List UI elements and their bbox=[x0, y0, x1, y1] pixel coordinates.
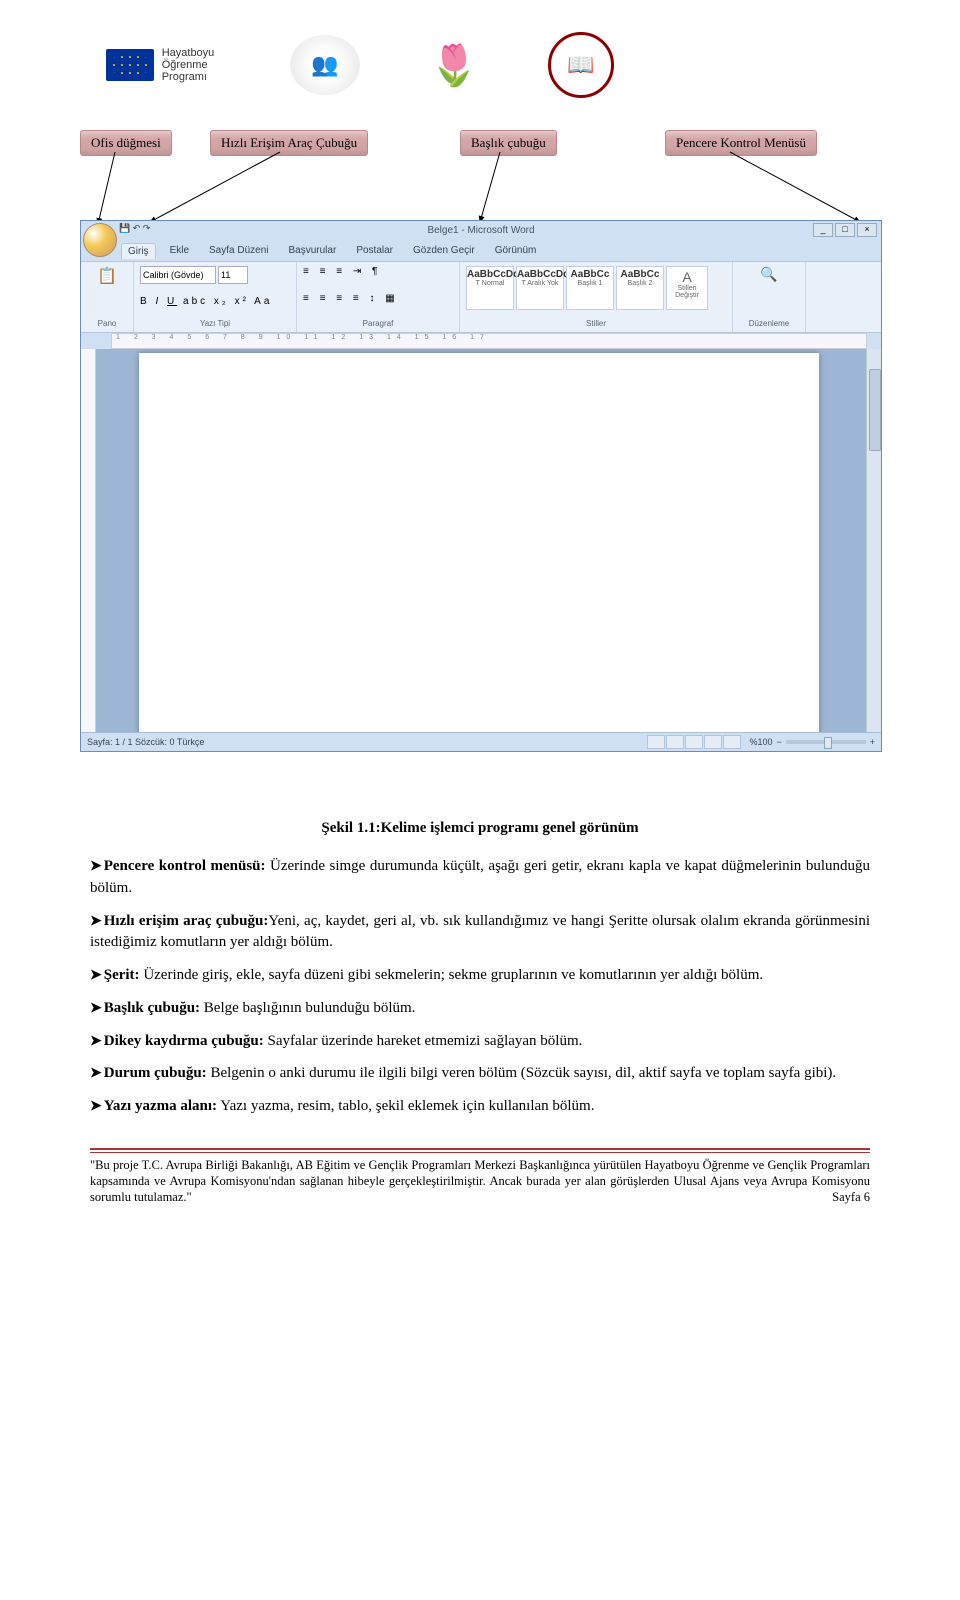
group-duzenleme: 🔍 Düzenleme bbox=[733, 262, 806, 332]
tab-posta[interactable]: Postalar bbox=[350, 243, 399, 259]
find-icon[interactable]: 🔍 bbox=[739, 266, 799, 283]
item-yazi: ➤Yazı yazma alanı: Yazı yazma, resim, ta… bbox=[90, 1095, 870, 1118]
close-icon[interactable]: × bbox=[857, 223, 877, 237]
tag-pencere: Pencere Kontrol Menüsü bbox=[665, 130, 817, 156]
vertical-ruler bbox=[81, 349, 96, 733]
item-serit: ➤Şerit: Üzerinde giriş, ekle, sayfa düze… bbox=[90, 964, 870, 987]
office-button-icon[interactable] bbox=[83, 223, 117, 257]
footer: "Bu proje T.C. Avrupa Birliği Bakanlığı,… bbox=[90, 1157, 870, 1206]
group-stiller: AaBbCcDdT Normal AaBbCcDdT Aralık Yok Aa… bbox=[460, 262, 733, 332]
tag-ofis: Ofis düğmesi bbox=[80, 130, 172, 156]
tab-ekle[interactable]: Ekle bbox=[164, 243, 195, 259]
ribbon: 📋 Pano B I U abc x₂ x² Aa Yazı Tipi ≡ ≡ … bbox=[81, 261, 881, 333]
tab-gorunum[interactable]: Görünüm bbox=[489, 243, 543, 259]
style-aralik[interactable]: AaBbCcDdT Aralık Yok bbox=[516, 266, 564, 310]
tab-basvuru[interactable]: Başvurular bbox=[283, 243, 343, 259]
font-format-buttons[interactable]: B I U abc x₂ x² Aa bbox=[140, 296, 290, 307]
zoom-control[interactable]: %100 −+ bbox=[749, 737, 875, 747]
style-baslik1[interactable]: AaBbCcBaşlık 1 bbox=[566, 266, 614, 310]
group-yazi: B I U abc x₂ x² Aa Yazı Tipi bbox=[134, 262, 297, 332]
view-buttons[interactable] bbox=[647, 735, 741, 749]
figure-caption: Şekil 1.1:Kelime işlemci programı genel … bbox=[90, 820, 870, 837]
style-baslik2[interactable]: AaBbCcBaşlık 2 bbox=[616, 266, 664, 310]
tag-baslik: Başlık çubuğu bbox=[460, 130, 557, 156]
item-hizli: ➤Hızlı erişim araç çubuğu:Yeni, aç, kayd… bbox=[90, 910, 870, 955]
eu-text-2: Öğrenme bbox=[162, 59, 215, 71]
tab-giris[interactable]: Giriş bbox=[121, 243, 156, 259]
minimize-icon[interactable]: _ bbox=[813, 223, 833, 237]
eu-text-3: Programı bbox=[162, 71, 215, 83]
footer-text: "Bu proje T.C. Avrupa Birliği Bakanlığı,… bbox=[90, 1158, 870, 1205]
group-stiller-label: Stiller bbox=[466, 319, 726, 328]
group-pano-label: Pano bbox=[87, 319, 127, 328]
tulip-logo-icon: 🌷 bbox=[430, 35, 478, 95]
group-pano: 📋 Pano bbox=[81, 262, 134, 332]
page-number: Sayfa 6 bbox=[832, 1189, 870, 1205]
window-controls[interactable]: _□× bbox=[813, 223, 877, 237]
group-duzen-label: Düzenleme bbox=[739, 319, 799, 328]
maximize-icon[interactable]: □ bbox=[835, 223, 855, 237]
group-paragraf: ≡ ≡ ≡ ⇥ ¶ ≡ ≡ ≡ ≡ ↕ ▦ Paragraf bbox=[297, 262, 460, 332]
footer-rule-top bbox=[90, 1148, 870, 1150]
item-pencere: ➤Pencere kontrol menüsü: Üzerinde simge … bbox=[90, 855, 870, 900]
tag-hizli: Hızlı Erişim Araç Çubuğu bbox=[210, 130, 368, 156]
item-durum: ➤Durum çubuğu: Belgenin o anki durumu il… bbox=[90, 1062, 870, 1085]
quick-access-toolbar[interactable]: 💾 ↶ ↷ bbox=[119, 223, 150, 234]
status-bar: Sayfa: 1 / 1 Sözcük: 0 Türkçe %100 −+ bbox=[81, 732, 881, 751]
document-area bbox=[81, 349, 867, 733]
zoom-label: %100 bbox=[749, 737, 772, 747]
list-buttons[interactable]: ≡ ≡ ≡ ⇥ ¶ bbox=[303, 266, 453, 277]
paste-icon[interactable]: 📋 bbox=[87, 266, 127, 286]
tab-sayfa[interactable]: Sayfa Düzeni bbox=[203, 243, 274, 259]
eu-text-1: Hayatboyu bbox=[162, 47, 215, 59]
group-paragraf-label: Paragraf bbox=[303, 319, 453, 328]
font-size-input[interactable] bbox=[218, 266, 248, 284]
eu-flag-icon bbox=[106, 49, 154, 81]
group-yazi-label: Yazı Tipi bbox=[140, 319, 290, 328]
tab-gozden[interactable]: Gözden Geçir bbox=[407, 243, 481, 259]
word-window: 💾 ↶ ↷ Belge1 - Microsoft Word _□× Giriş … bbox=[80, 220, 882, 752]
item-baslik: ➤Başlık çubuğu: Belge başlığının bulundu… bbox=[90, 997, 870, 1020]
vertical-scrollbar[interactable] bbox=[866, 349, 881, 733]
change-styles-button[interactable]: AStilleri Değiştir bbox=[666, 266, 708, 310]
page-canvas[interactable] bbox=[139, 353, 819, 733]
title-bar: Belge1 - Microsoft Word bbox=[81, 221, 881, 236]
font-name-input[interactable] bbox=[140, 266, 216, 284]
ribbon-tabs[interactable]: Giriş Ekle Sayfa Düzeni Başvurular Posta… bbox=[121, 243, 542, 259]
status-left: Sayfa: 1 / 1 Sözcük: 0 Türkçe bbox=[87, 737, 204, 747]
horizontal-ruler: 1 2 3 4 5 6 7 8 9 10 11 12 13 14 15 16 1… bbox=[111, 333, 867, 349]
eu-logo: Hayatboyu Öğrenme Programı bbox=[100, 30, 220, 100]
style-normal[interactable]: AaBbCcDdT Normal bbox=[466, 266, 514, 310]
align-buttons[interactable]: ≡ ≡ ≡ ≡ ↕ ▦ bbox=[303, 293, 453, 304]
word-diagram: Ofis düğmesi Hızlı Erişim Araç Çubuğu Ba… bbox=[80, 130, 880, 800]
item-dikey: ➤Dikey kaydırma çubuğu: Sayfalar üzerind… bbox=[90, 1030, 870, 1053]
footer-rule-bottom bbox=[90, 1152, 870, 1153]
header-logos: Hayatboyu Öğrenme Programı 👥 🌷 📖 bbox=[90, 30, 870, 100]
meb-logo-icon: 📖 bbox=[548, 32, 614, 98]
people-logo-icon: 👥 bbox=[290, 35, 360, 95]
